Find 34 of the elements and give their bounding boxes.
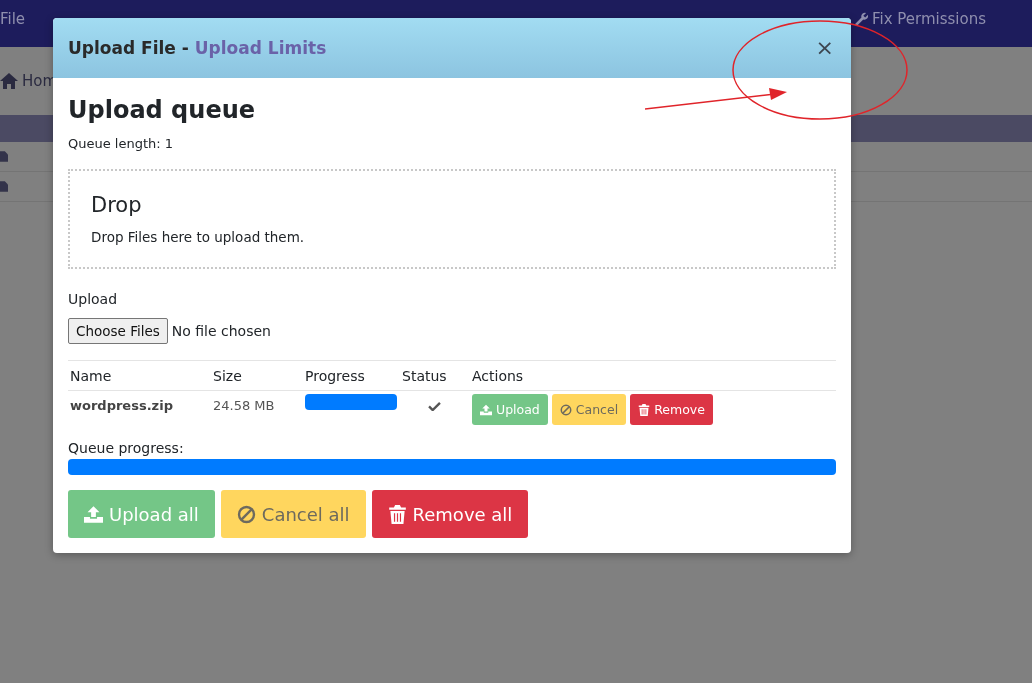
file-icon bbox=[0, 180, 8, 193]
drop-title: Drop bbox=[91, 193, 143, 217]
file-size: 24.58 MB bbox=[213, 397, 276, 413]
trash-icon bbox=[638, 403, 651, 416]
close-button[interactable]: × bbox=[815, 37, 834, 59]
column-header: Progress bbox=[305, 367, 366, 384]
cancel-icon bbox=[236, 504, 256, 524]
file-name: wordpress.zip bbox=[70, 397, 174, 413]
home-icon bbox=[0, 73, 18, 89]
column-header: Name bbox=[70, 367, 113, 384]
queue-length: Queue length: 1 bbox=[68, 136, 175, 151]
cancel-icon bbox=[559, 403, 572, 416]
toolbar-item[interactable]: File bbox=[0, 9, 26, 28]
upload-icon bbox=[84, 504, 103, 524]
dialog-title: Upload File - bbox=[68, 38, 189, 58]
column-header: Status bbox=[402, 367, 448, 384]
drop-zone[interactable]: Drop Drop Files here to upload them. bbox=[68, 169, 836, 269]
upload-label: Upload bbox=[68, 291, 119, 307]
queue-progress-label: Queue progress: bbox=[68, 440, 185, 456]
cancel-button[interactable]: Cancel bbox=[551, 394, 627, 425]
drop-text: Drop Files here to upload them. bbox=[91, 229, 306, 245]
choose-files-button[interactable]: Choose Files bbox=[68, 318, 168, 344]
upload-icon bbox=[480, 403, 492, 416]
remove-button[interactable]: Remove bbox=[630, 394, 713, 425]
cancel-button[interactable]: Cancel all bbox=[220, 490, 366, 538]
upload-limits-link[interactable]: Upload Limits bbox=[194, 38, 327, 58]
toolbar-item[interactable]: Fix Permissions bbox=[852, 9, 986, 28]
file-status: No file chosen bbox=[171, 323, 271, 339]
column-header: Actions bbox=[472, 367, 525, 384]
file-icon bbox=[0, 150, 8, 163]
trash-icon bbox=[387, 504, 407, 524]
queue-heading: Upload queue bbox=[68, 96, 256, 124]
remove-button[interactable]: Remove all bbox=[371, 490, 529, 538]
column-header: Size bbox=[213, 367, 243, 384]
